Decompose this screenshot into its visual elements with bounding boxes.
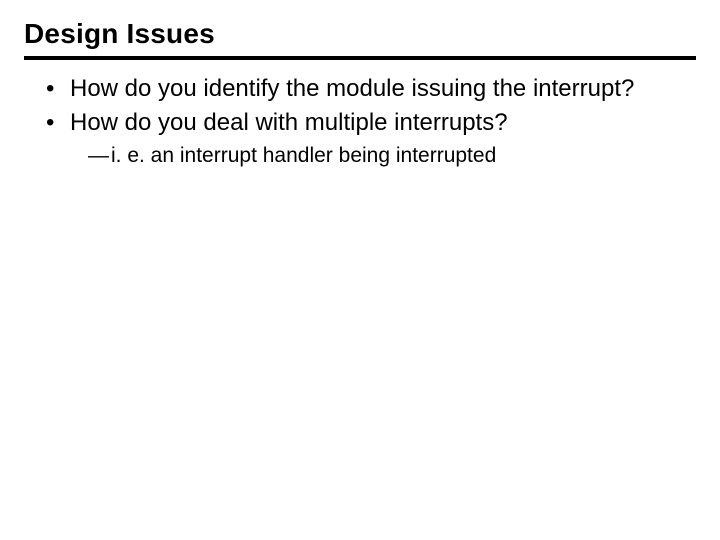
sub-bullet: —i. e. an interrupt handler being interr… <box>88 142 696 169</box>
slide-title: Design Issues <box>24 18 696 56</box>
bullet-item: How do you deal with multiple interrupts… <box>42 108 696 138</box>
bullet-text: How do you identify the module issuing t… <box>70 75 634 102</box>
em-dash-icon: — <box>88 142 109 169</box>
bullet-item: How do you identify the module issuing t… <box>42 74 696 104</box>
title-underline <box>24 56 696 60</box>
bullet-text: How do you deal with multiple interrupts… <box>70 109 508 136</box>
slide: Design Issues How do you identify the mo… <box>0 0 720 540</box>
bullet-list: How do you identify the module issuing t… <box>42 74 696 138</box>
sub-bullet-text: i. e. an interrupt handler being interru… <box>111 144 496 167</box>
slide-body: How do you identify the module issuing t… <box>24 74 696 169</box>
